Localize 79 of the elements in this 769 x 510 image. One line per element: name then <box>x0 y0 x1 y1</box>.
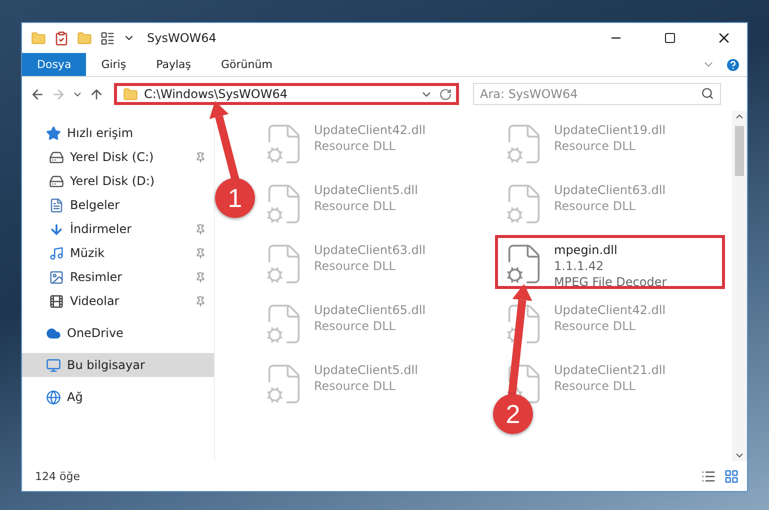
sidebar-item[interactable]: OneDrive <box>22 321 214 345</box>
file-name: UpdateClient63.dll <box>314 242 426 258</box>
drive-icon <box>49 150 64 164</box>
monitor-icon <box>46 358 61 372</box>
file-name: UpdateClient42.dll <box>554 302 666 318</box>
search-field[interactable]: Ara: SysWOW64 <box>473 83 721 105</box>
sidebar-label: İndirmeler <box>70 222 133 236</box>
details-view-icon[interactable] <box>701 468 716 484</box>
sidebar-label: Müzik <box>70 246 106 260</box>
network-icon <box>46 390 61 404</box>
file-description: Resource DLL <box>314 198 396 214</box>
ribbon-tab[interactable]: Dosya <box>22 53 86 76</box>
star-icon <box>46 126 61 140</box>
sidebar-label: Yerel Disk (D:) <box>70 174 156 188</box>
sidebar-item[interactable]: Belgeler <box>22 193 214 217</box>
sidebar-item[interactable]: Bu bilgisayar <box>22 353 214 377</box>
file-name: UpdateClient65.dll <box>314 302 426 318</box>
item-count: 124 öğe <box>35 470 80 482</box>
sidebar-item[interactable]: Hızlı erişim <box>22 121 214 145</box>
file-description: Resource DLL <box>554 318 636 334</box>
file-name: mpegin.dll <box>554 242 618 258</box>
file-description: Resource DLL <box>554 138 636 154</box>
window-title: SysWOW64 <box>147 31 218 45</box>
file-name: UpdateClient63.dll <box>554 182 666 198</box>
file-description: Resource DLL <box>554 198 636 214</box>
ribbon-tab[interactable]: Paylaş <box>141 53 206 76</box>
list-icon[interactable] <box>100 30 115 46</box>
file-description: MPEG File Decoder <box>554 274 667 290</box>
refresh-icon[interactable] <box>439 88 452 100</box>
film-icon <box>49 294 64 308</box>
ribbon-tab[interactable]: Giriş <box>86 53 142 76</box>
ribbon-tab[interactable]: Görünüm <box>206 53 288 76</box>
file-name: UpdateClient5.dll <box>314 182 418 198</box>
up-button[interactable] <box>89 86 104 102</box>
file-item[interactable]: mpegin.dll 1.1.1.42 MPEG File Decoder <box>495 235 725 289</box>
file-name: UpdateClient5.dll <box>314 362 418 378</box>
sidebar-label: Resimler <box>70 270 124 284</box>
sidebar-item[interactable]: Videolar <box>22 289 214 313</box>
maximize-icon <box>664 32 676 44</box>
back-button[interactable] <box>30 86 45 102</box>
right-arrow-icon <box>51 86 66 102</box>
sidebar-label: Hızlı erişim <box>67 126 134 140</box>
file-version: 1.1.1.42 <box>554 258 605 274</box>
tiles-view-icon[interactable] <box>724 468 739 484</box>
folder-icon <box>123 86 138 102</box>
folder-icon <box>31 30 46 46</box>
sidebar-item[interactable]: Yerel Disk (D:) <box>22 169 214 193</box>
scrollbar-thumb[interactable] <box>735 126 744 176</box>
sidebar-item[interactable]: Resimler <box>22 265 214 289</box>
file-description: Resource DLL <box>314 378 396 394</box>
sidebar-item[interactable]: Müzik <box>22 241 214 265</box>
sidebar-label: Videolar <box>70 294 120 308</box>
drive-icon <box>49 174 64 188</box>
sidebar-item[interactable]: Ağ <box>22 385 214 409</box>
download-arrow-icon <box>49 222 64 236</box>
address-bar[interactable]: C:\Windows\SysWOW64 <box>114 83 459 105</box>
properties-icon[interactable] <box>54 30 69 46</box>
file-name: UpdateClient19.dll <box>554 122 666 138</box>
search-icon <box>701 87 714 100</box>
file-description: Resource DLL <box>314 258 396 274</box>
cloud-icon <box>46 326 61 340</box>
document-icon <box>49 198 64 212</box>
sidebar-label: Bu bilgisayar <box>67 358 146 372</box>
music-note-icon <box>49 246 64 260</box>
file-description: Resource DLL <box>314 138 396 154</box>
sidebar-label: OneDrive <box>67 326 124 340</box>
sidebar-item[interactable]: Yerel Disk (C:) <box>22 145 214 169</box>
sidebar-item[interactable]: İndirmeler <box>22 217 214 241</box>
sidebar-label: Belgeler <box>70 198 121 212</box>
file-name: UpdateClient42.dll <box>314 122 426 138</box>
sidebar-label: Ağ <box>67 390 84 404</box>
file-description: Resource DLL <box>314 318 396 334</box>
picture-icon <box>49 270 64 284</box>
file-name: UpdateClient21.dll <box>554 362 666 378</box>
address-path: C:\Windows\SysWOW64 <box>144 87 288 101</box>
help-icon[interactable] <box>725 56 741 72</box>
sidebar-label: Yerel Disk (C:) <box>70 150 155 164</box>
file-description: Resource DLL <box>554 378 636 394</box>
scrollbar[interactable] <box>732 111 747 461</box>
